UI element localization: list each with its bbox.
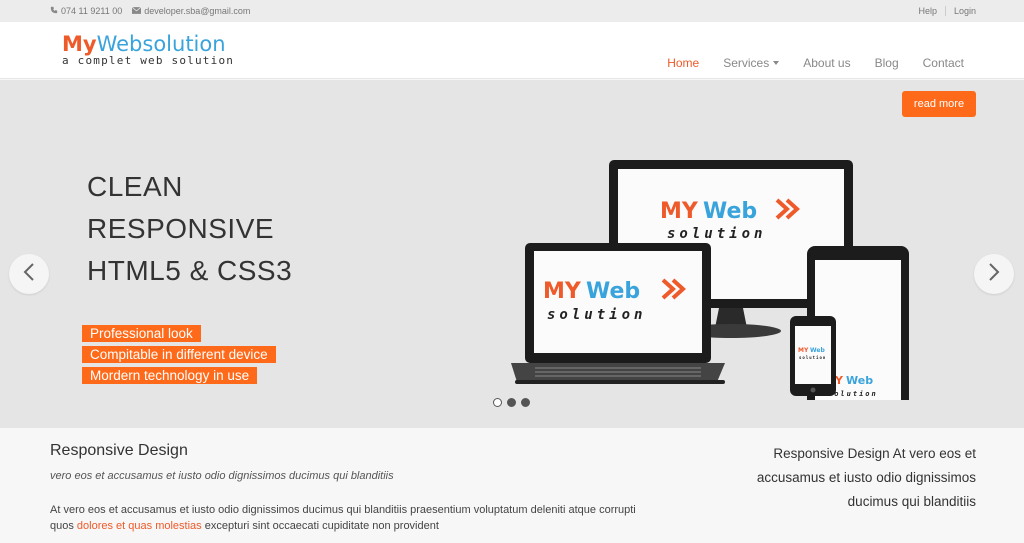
caret-down-icon: [773, 61, 780, 65]
laptop-logo-solution: solution: [547, 307, 646, 323]
logo-solution: solution: [142, 32, 226, 56]
chevron-left-icon: [23, 262, 35, 287]
monitor-logo-solution: solution: [667, 226, 766, 242]
slider-prev-button[interactable]: [9, 254, 49, 294]
monitor-logo-web: Web: [703, 199, 757, 224]
nav-about-label: About us: [803, 56, 851, 70]
headline-line-3: HTML5 & CSS3: [87, 255, 293, 286]
header: MyWebsolution a complet web solution Hom…: [0, 22, 1024, 79]
nav-services-label: Services: [723, 56, 770, 70]
feature-item: Mordern technology in use: [82, 367, 258, 384]
callout-text: Responsive Design At vero eos et accusam…: [756, 446, 976, 509]
phone-image: MY Web solution: [790, 316, 836, 396]
main-nav: Home Services About us Blog Contact: [643, 56, 964, 70]
top-bar: 074 11 9211 00 developer.sba@gmail.com H…: [0, 0, 1024, 22]
devices-illustration: MY MY Web solution MY Web: [511, 160, 909, 400]
logo-tagline: a complet web solution: [62, 54, 235, 67]
help-link[interactable]: Help: [918, 6, 937, 16]
feature-item: Compitable in different device: [82, 346, 276, 363]
slider-dot[interactable]: [507, 398, 516, 407]
contact-info: 074 11 9211 00 developer.sba@gmail.com: [50, 6, 250, 16]
phone-logo-solution: solution: [799, 355, 826, 360]
nav-about[interactable]: About us: [803, 56, 850, 70]
nav-services[interactable]: Services: [723, 56, 780, 70]
email-item: developer.sba@gmail.com: [131, 6, 250, 16]
headline-line-1: CLEAN: [87, 171, 183, 202]
feature-item: Professional look: [82, 325, 201, 342]
slider-dot[interactable]: [521, 398, 530, 407]
nav-blog[interactable]: Blog: [875, 56, 899, 70]
nav-home[interactable]: Home: [667, 56, 699, 70]
monitor-logo-my: MY: [660, 199, 699, 224]
nav-blog-label: Blog: [874, 56, 899, 70]
read-more-button[interactable]: read more: [902, 91, 976, 117]
laptop-image: MY Web solution: [511, 243, 725, 384]
nav-contact-label: Contact: [922, 56, 964, 70]
paragraph-highlight: dolores et quas molestias: [76, 520, 202, 532]
nav-home-label: Home: [667, 56, 700, 70]
hero-slider: CLEAN RESPONSIVE HTML5 & CSS3 Profession…: [0, 80, 1024, 428]
paragraph-text: excepturi sint occaecati cupiditate non …: [201, 520, 439, 532]
headline-line-2: RESPONSIVE: [87, 213, 275, 244]
top-links: Help Login: [918, 6, 976, 16]
site-logo[interactable]: MyWebsolution a complet web solution: [62, 32, 234, 67]
logo-web: Web: [96, 32, 143, 56]
slider-dot[interactable]: [493, 398, 502, 407]
phone-number: 074 11 9211 00: [61, 6, 123, 16]
slider-next-button[interactable]: [974, 254, 1014, 294]
divider: [944, 6, 946, 16]
slider-indicators: [493, 398, 530, 407]
phone-icon: [50, 6, 58, 16]
section-subtitle: vero eos et accusamus et iusto odio dign…: [50, 470, 394, 482]
section-title: Responsive Design: [50, 442, 188, 459]
login-link[interactable]: Login: [954, 6, 976, 16]
phone-logo-my: MY: [798, 347, 809, 354]
logo-my: My: [62, 32, 97, 56]
laptop-logo-my: MY: [543, 279, 582, 304]
feature-list: Professional look Compitable in differen…: [82, 325, 276, 384]
logo-name: MyWebsolution: [62, 32, 234, 56]
envelope-icon: [131, 6, 142, 16]
laptop-logo-web: Web: [586, 279, 640, 304]
chevron-right-icon: [988, 262, 1000, 287]
email-address[interactable]: developer.sba@gmail.com: [144, 6, 250, 16]
section-paragraph: At vero eos et accusamus et iusto odio d…: [50, 502, 650, 534]
phone-logo-web: Web: [810, 347, 825, 354]
content-section: Responsive Design vero eos et accusamus …: [0, 428, 1024, 543]
tablet-logo-web: Web: [846, 374, 873, 387]
hero-headline: CLEAN RESPONSIVE HTML5 & CSS3: [87, 166, 292, 292]
phone-item: 074 11 9211 00: [50, 6, 122, 16]
nav-contact[interactable]: Contact: [923, 56, 964, 70]
